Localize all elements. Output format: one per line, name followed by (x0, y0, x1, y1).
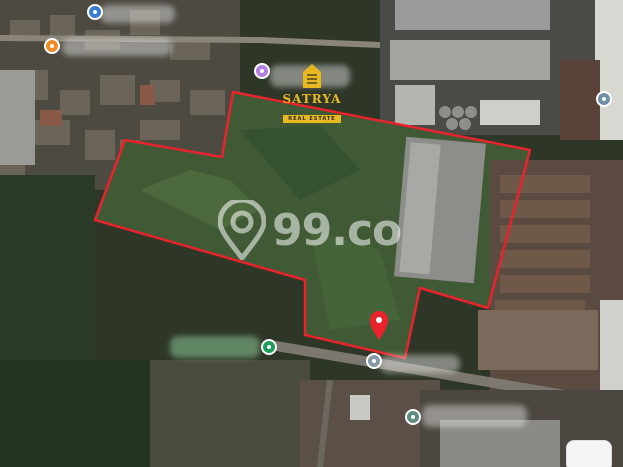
watermark: 99.co (218, 200, 402, 260)
logo-subtitle: REAL ESTATE (283, 115, 341, 123)
place-pin-icon[interactable] (44, 38, 60, 54)
agency-logo: SATRYA REAL ESTATE (272, 63, 352, 124)
blurred-label (62, 38, 172, 56)
blurred-label (100, 5, 175, 23)
blurred-label (170, 336, 260, 358)
map-control-button[interactable] (566, 440, 612, 467)
blurred-label (422, 405, 527, 427)
satellite-map[interactable]: SATRYA REAL ESTATE 99.co (0, 0, 623, 467)
map-pin-watermark-icon (218, 200, 266, 260)
place-pin-icon[interactable] (596, 91, 612, 107)
place-pin-icon[interactable] (366, 353, 382, 369)
place-pin-icon[interactable] (405, 409, 421, 425)
building-logo-icon (303, 64, 321, 88)
place-pin-icon[interactable] (261, 339, 277, 355)
watermark-text: 99.co (272, 204, 402, 256)
logo-name: SATRYA (282, 92, 342, 106)
place-pin-icon[interactable] (87, 4, 103, 20)
place-pin-icon[interactable] (254, 63, 270, 79)
blurred-label (380, 355, 460, 373)
